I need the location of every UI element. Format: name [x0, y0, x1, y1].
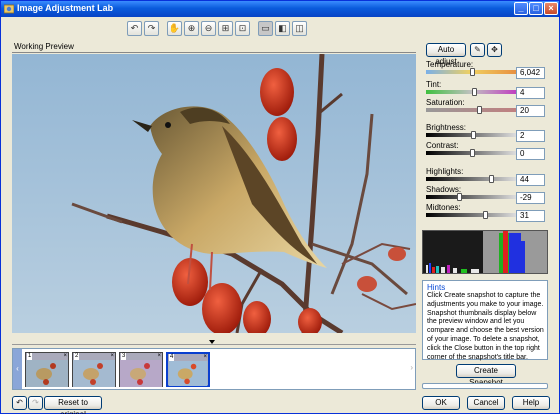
- app-icon: [4, 4, 14, 14]
- slider-label: Shadows:: [426, 185, 462, 194]
- close-window-button[interactable]: ×: [544, 2, 558, 15]
- color-picker-icon[interactable]: ✥: [487, 43, 502, 57]
- scroll-left-button[interactable]: ‹: [13, 349, 22, 389]
- maximize-button[interactable]: □: [529, 2, 543, 15]
- splitter[interactable]: [12, 344, 416, 345]
- slider-value-field[interactable]: 2: [516, 130, 545, 142]
- progress-bar: [422, 383, 548, 389]
- undo-icon[interactable]: ↶: [12, 396, 27, 410]
- help-button[interactable]: Help: [512, 396, 550, 410]
- slider-track[interactable]: [426, 90, 516, 94]
- snapshot-image: [168, 361, 208, 386]
- zoom-out-icon[interactable]: ⊖: [201, 21, 216, 36]
- snapshot-number: 4: [169, 354, 175, 361]
- working-preview-image[interactable]: [12, 54, 416, 333]
- slider-handle[interactable]: [489, 175, 494, 183]
- snapshot-number: 3: [121, 353, 127, 360]
- pan-icon[interactable]: ✋: [167, 21, 182, 36]
- snapshot-thumbnail[interactable]: 1 ×: [25, 352, 69, 387]
- ok-button[interactable]: OK: [422, 396, 460, 410]
- slider-label: Highlights:: [426, 167, 464, 176]
- snapshot-close-button[interactable]: ×: [157, 353, 161, 360]
- single-view-icon[interactable]: ▭: [258, 21, 273, 36]
- slider-label: Temperature:: [426, 60, 474, 69]
- slider-track[interactable]: [426, 195, 516, 199]
- split-view-icon[interactable]: ◧: [275, 21, 290, 36]
- slider-value-field[interactable]: -29: [516, 192, 545, 204]
- histogram-chart: [423, 231, 547, 273]
- slider-value-field[interactable]: 6,042: [516, 67, 545, 79]
- slider-handle[interactable]: [483, 211, 488, 219]
- slider-value-field[interactable]: 31: [516, 210, 545, 222]
- minimize-button[interactable]: _: [514, 2, 528, 15]
- slider-value-field[interactable]: 20: [516, 105, 545, 117]
- snapshot-thumbnail[interactable]: 2 ×: [72, 352, 116, 387]
- slider-track[interactable]: [426, 177, 516, 181]
- hints-box: Hints Click Create snapshot to capture t…: [422, 280, 548, 361]
- reset-to-original-button[interactable]: Reset to original: [44, 396, 102, 414]
- slider-value-field[interactable]: 0: [516, 148, 545, 160]
- window-title: Image Adjustment Lab: [17, 3, 114, 13]
- slider-value-field[interactable]: 4: [516, 87, 545, 99]
- snapshot-number: 2: [74, 353, 80, 360]
- slider-label: Contrast:: [426, 141, 459, 150]
- snapshot-number: 1: [27, 353, 33, 360]
- eyedropper-icon[interactable]: ✎: [470, 43, 485, 57]
- preview-label: Working Preview: [12, 41, 416, 53]
- slider-label: Tint:: [426, 80, 442, 89]
- rotate-left-icon[interactable]: ↶: [127, 21, 142, 36]
- hints-title: Hints: [427, 283, 446, 292]
- title-bar[interactable]: Image Adjustment Lab _ □ ×: [1, 1, 559, 17]
- slider-track[interactable]: [426, 108, 516, 112]
- slider-handle[interactable]: [470, 68, 475, 76]
- image-adjustment-lab-window: Image Adjustment Lab _ □ × ↶ ↷ ✋ ⊕ ⊖ ⊞ ⊡…: [0, 0, 560, 414]
- side-by-side-view-icon[interactable]: ◫: [292, 21, 307, 36]
- slider-handle[interactable]: [471, 131, 476, 139]
- scroll-right-icon[interactable]: ›: [410, 363, 413, 372]
- snapshot-image: [26, 360, 68, 387]
- slider-handle[interactable]: [472, 88, 477, 96]
- slider-handle[interactable]: [477, 106, 482, 114]
- slider-label: Midtones:: [426, 203, 461, 212]
- snapshot-strip: ‹ › 1 × 2 × 3 × 4 ×: [12, 348, 416, 390]
- snapshot-close-button[interactable]: ×: [203, 354, 207, 361]
- adjustment-panel: Temperature: 6,042 Tint: 4 Saturation: 20 Brig…: [422, 60, 548, 227]
- rotate-right-icon[interactable]: ↷: [144, 21, 159, 36]
- view-toolbar: ↶ ↷ ✋ ⊕ ⊖ ⊞ ⊡ ▭ ◧ ◫: [127, 21, 307, 37]
- zoom-in-icon[interactable]: ⊕: [184, 21, 199, 36]
- hints-text: Click Create snapshot to capture the adj…: [427, 292, 544, 361]
- actual-size-icon[interactable]: ⊡: [235, 21, 250, 36]
- histogram: [422, 230, 548, 274]
- slider-label: Saturation:: [426, 98, 465, 107]
- snapshot-thumbnail-selected[interactable]: 4 ×: [166, 352, 210, 387]
- redo-icon[interactable]: ↷: [28, 396, 43, 410]
- snapshot-image: [120, 360, 162, 387]
- slider-handle[interactable]: [457, 193, 462, 201]
- create-snapshot-button[interactable]: Create Snapshot: [456, 364, 516, 387]
- cancel-button[interactable]: Cancel: [467, 396, 505, 410]
- snapshot-close-button[interactable]: ×: [110, 353, 114, 360]
- slider-track[interactable]: [426, 213, 516, 217]
- fit-to-window-icon[interactable]: ⊞: [218, 21, 233, 36]
- snapshot-image: [73, 360, 115, 387]
- snapshot-close-button[interactable]: ×: [63, 353, 67, 360]
- snapshot-thumbnail[interactable]: 3 ×: [119, 352, 163, 387]
- slider-handle[interactable]: [470, 149, 475, 157]
- bird-photo: [12, 54, 416, 333]
- auto-adjust-button[interactable]: Auto adjust: [426, 43, 466, 66]
- slider-value-field[interactable]: 44: [516, 174, 545, 186]
- slider-label: Brightness:: [426, 123, 467, 132]
